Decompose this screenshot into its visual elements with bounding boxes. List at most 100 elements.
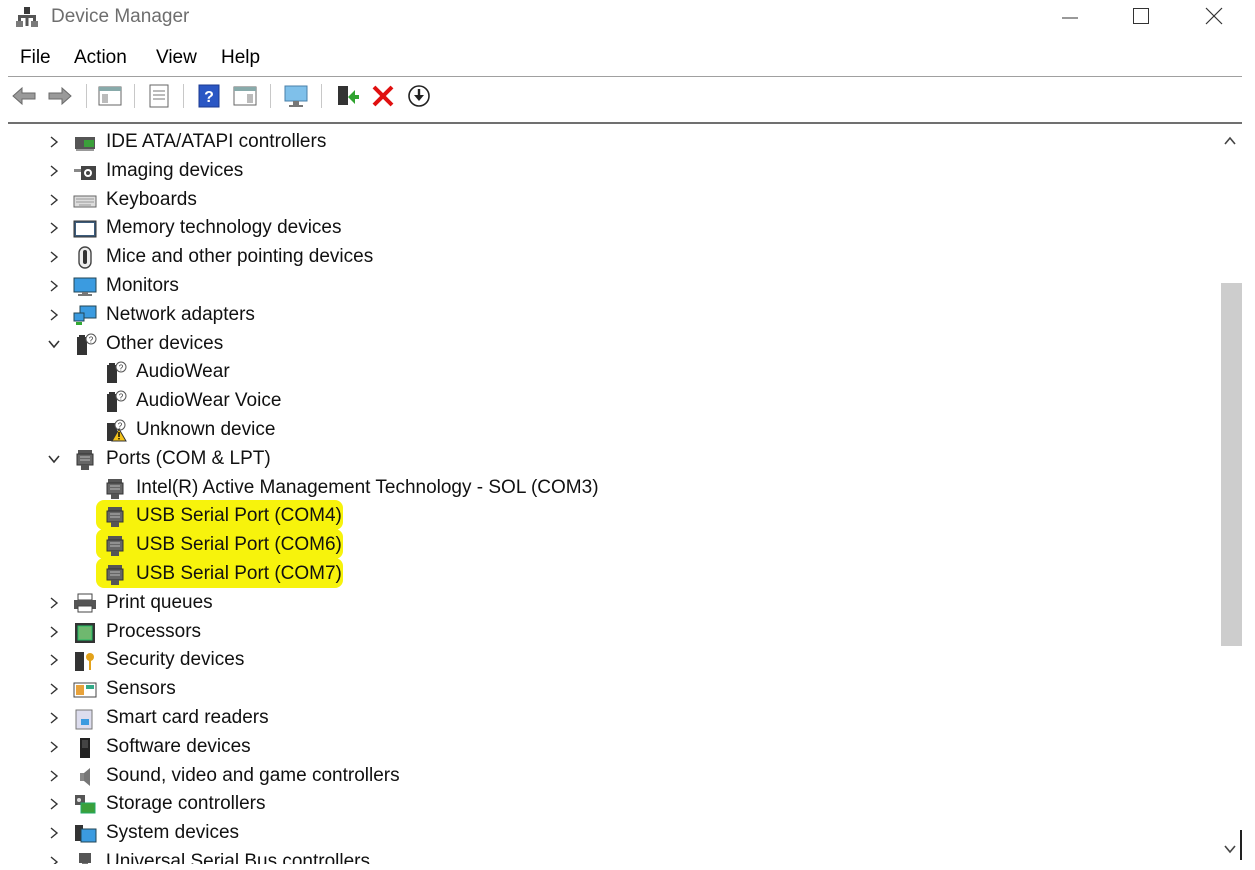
chevron-right-icon[interactable] bbox=[47, 192, 61, 208]
tree-category-software-devices[interactable]: Software devices bbox=[0, 733, 1200, 761]
chevron-right-icon[interactable] bbox=[47, 854, 61, 864]
tree-category-print-queues[interactable]: Print queues bbox=[0, 589, 1200, 617]
tree-category-sound-video-and-game-controllers[interactable]: Sound, video and game controllers bbox=[0, 762, 1200, 790]
chevron-right-icon[interactable] bbox=[47, 652, 61, 668]
chevron-right-icon[interactable] bbox=[47, 307, 61, 323]
speaker-icon bbox=[73, 765, 97, 787]
tree-device-usb-serial-port-com7[interactable]: USB Serial Port (COM7) bbox=[0, 560, 1200, 588]
tree-category-smart-card-readers[interactable]: Smart card readers bbox=[0, 704, 1200, 732]
tree-item-label: Ports (COM & LPT) bbox=[106, 447, 271, 469]
tree-category-processors[interactable]: Processors bbox=[0, 618, 1200, 646]
tree-item-label: Keyboards bbox=[106, 188, 197, 210]
tree-device-audiowear[interactable]: ? AudioWear bbox=[0, 358, 1200, 386]
tree-category-other-devices[interactable]: ? Other devices bbox=[0, 330, 1200, 358]
action-pane-icon[interactable] bbox=[232, 83, 258, 109]
disable-device-icon[interactable] bbox=[406, 83, 432, 109]
chevron-right-icon[interactable] bbox=[47, 220, 61, 236]
tree-category-ports-com-lpt[interactable]: Ports (COM & LPT) bbox=[0, 445, 1200, 473]
tree-category-imaging-devices[interactable]: Imaging devices bbox=[0, 157, 1200, 185]
imaging-device-icon bbox=[73, 160, 97, 182]
tree-category-system-devices[interactable]: System devices bbox=[0, 819, 1200, 847]
tree-category-universal-serial-bus-controllers[interactable]: Universal Serial Bus controllers bbox=[0, 848, 1200, 864]
chevron-right-icon[interactable] bbox=[47, 278, 61, 294]
tree-item-label: Software devices bbox=[106, 735, 251, 757]
back-arrow-icon[interactable] bbox=[11, 83, 37, 109]
tree-category-mice-and-other-pointing-devices[interactable]: Mice and other pointing devices bbox=[0, 243, 1200, 271]
monitor-icon bbox=[73, 275, 97, 297]
tree-item-label: Network adapters bbox=[106, 303, 255, 325]
tree-device-usb-serial-port-com6[interactable]: USB Serial Port (COM6) bbox=[0, 531, 1200, 559]
tree-item-label: Security devices bbox=[106, 649, 245, 671]
chevron-right-icon[interactable] bbox=[47, 681, 61, 697]
tree-device-intel-r-active-management-technology-sol-com3[interactable]: Intel(R) Active Management Technology - … bbox=[0, 474, 1200, 502]
tree-item-label: USB Serial Port (COM7) bbox=[136, 563, 342, 584]
chevron-down-icon[interactable] bbox=[47, 451, 61, 467]
chevron-right-icon[interactable] bbox=[47, 249, 61, 265]
tree-item-label: Storage controllers bbox=[106, 793, 266, 815]
port-icon bbox=[103, 534, 127, 557]
svg-text:?: ? bbox=[204, 89, 214, 106]
chevron-right-icon[interactable] bbox=[47, 595, 61, 611]
port-icon bbox=[73, 448, 97, 470]
close-button[interactable] bbox=[1190, 0, 1238, 34]
device-tree: IDE ATA/ATAPI controllers Imaging devices… bbox=[0, 126, 1220, 864]
usb-controller-icon bbox=[73, 851, 97, 864]
window-title: Device Manager bbox=[51, 6, 190, 27]
forward-arrow-icon[interactable] bbox=[47, 83, 73, 109]
tree-category-sensors[interactable]: Sensors bbox=[0, 675, 1200, 703]
chevron-right-icon[interactable] bbox=[47, 624, 61, 640]
chevron-right-icon[interactable] bbox=[47, 739, 61, 755]
smart-card-reader-icon bbox=[73, 707, 97, 730]
tree-category-keyboards[interactable]: Keyboards bbox=[0, 186, 1200, 214]
window-edge bbox=[1240, 830, 1242, 860]
svg-text:?: ? bbox=[119, 393, 124, 402]
tree-item-label: USB Serial Port (COM4) bbox=[136, 505, 342, 527]
scan-hardware-icon[interactable] bbox=[283, 83, 309, 109]
menu-view[interactable]: View bbox=[156, 47, 197, 69]
chevron-right-icon[interactable] bbox=[47, 796, 61, 812]
tree-item-label: Sensors bbox=[106, 678, 176, 700]
tree-device-audiowear-voice[interactable]: ? AudioWear Voice bbox=[0, 387, 1200, 415]
tree-item-label: Processors bbox=[106, 620, 202, 642]
tree-item-label: Print queues bbox=[106, 591, 213, 613]
title-bar: Device Manager bbox=[0, 0, 1255, 36]
scroll-up-icon[interactable] bbox=[1223, 134, 1237, 152]
tree-category-monitors[interactable]: Monitors bbox=[0, 272, 1200, 300]
chevron-right-icon[interactable] bbox=[47, 134, 61, 150]
tree-category-network-adapters[interactable]: Network adapters bbox=[0, 301, 1200, 329]
chevron-down-icon[interactable] bbox=[47, 336, 61, 352]
chevron-right-icon[interactable] bbox=[47, 163, 61, 179]
processor-icon bbox=[73, 621, 97, 643]
properties-icon[interactable] bbox=[146, 83, 172, 109]
warning-device-icon: ? bbox=[103, 419, 127, 442]
menu-help[interactable]: Help bbox=[221, 47, 260, 69]
minimize-button[interactable] bbox=[1046, 0, 1094, 34]
tree-item-label: USB Serial Port (COM6) bbox=[136, 534, 342, 556]
tree-category-security-devices[interactable]: Security devices bbox=[0, 646, 1200, 674]
maximize-button[interactable] bbox=[1117, 0, 1165, 34]
tree-category-ide-ata-atapi-controllers[interactable]: IDE ATA/ATAPI controllers bbox=[0, 128, 1200, 156]
menu-file[interactable]: File bbox=[20, 47, 51, 69]
scroll-down-icon[interactable] bbox=[1223, 842, 1237, 860]
scrollbar-thumb[interactable] bbox=[1221, 283, 1242, 646]
toolbar-separator bbox=[134, 84, 135, 108]
tree-device-usb-serial-port-com4[interactable]: USB Serial Port (COM4) bbox=[0, 502, 1200, 530]
chevron-right-icon[interactable] bbox=[47, 825, 61, 841]
tree-device-unknown-device[interactable]: ? Unknown device bbox=[0, 416, 1200, 444]
port-icon bbox=[103, 477, 127, 499]
memory-device-icon bbox=[73, 217, 97, 239]
tree-category-storage-controllers[interactable]: Storage controllers bbox=[0, 790, 1200, 818]
keyboard-icon bbox=[73, 189, 97, 211]
uninstall-icon[interactable] bbox=[370, 83, 396, 109]
toolbar: ? bbox=[0, 80, 1255, 114]
help-icon[interactable]: ? bbox=[196, 83, 222, 109]
chevron-right-icon[interactable] bbox=[47, 768, 61, 784]
chevron-right-icon[interactable] bbox=[47, 710, 61, 726]
menu-divider bbox=[8, 76, 1242, 77]
tree-item-label: Universal Serial Bus controllers bbox=[106, 851, 370, 864]
menu-action[interactable]: Action bbox=[74, 47, 127, 69]
unknown-device-icon: ? bbox=[103, 361, 127, 384]
update-driver-icon[interactable] bbox=[334, 83, 360, 109]
tree-category-memory-technology-devices[interactable]: Memory technology devices bbox=[0, 214, 1200, 242]
show-hide-console-tree-icon[interactable] bbox=[97, 83, 123, 109]
